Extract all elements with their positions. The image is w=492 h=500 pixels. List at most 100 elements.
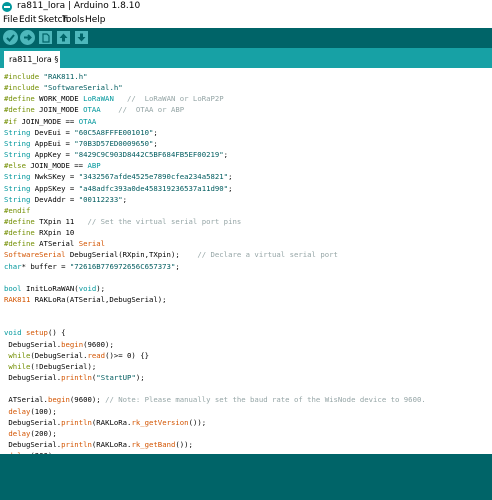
code-token: // LoRaWAN or LoRaP2P bbox=[113, 94, 224, 104]
code-token: InitLoRaWAN( bbox=[21, 283, 79, 293]
code-token: AppKey = bbox=[30, 150, 75, 160]
code-token: DebugSerial. bbox=[4, 339, 62, 349]
code-token: String bbox=[4, 172, 31, 182]
code-token: ; bbox=[153, 138, 158, 148]
code-token: char bbox=[4, 261, 22, 271]
code-token: while bbox=[8, 361, 31, 371]
code-token: JOIN_MODE == bbox=[21, 116, 79, 126]
new-file-icon bbox=[42, 33, 50, 43]
code-token: // OTAA or ABP bbox=[100, 105, 185, 115]
code-token: () { bbox=[47, 328, 66, 338]
code-token: ()); bbox=[188, 417, 207, 427]
code-token: ); bbox=[135, 373, 145, 383]
tab-bar: ra811_lora § bbox=[0, 48, 492, 68]
code-token: DebugSerial(RXpin,TXpin); bbox=[65, 250, 198, 260]
code-token: #include bbox=[4, 83, 44, 93]
tab-ra811-lora[interactable]: ra811_lora § bbox=[4, 51, 60, 68]
code-editor[interactable]: #include "RAK811.h" #include "SoftwareSer… bbox=[0, 68, 492, 454]
console-area bbox=[0, 454, 492, 500]
code-token: println bbox=[61, 439, 92, 449]
code-token: ; bbox=[153, 127, 158, 137]
code-token: "3432567afde4525e7890cfea234a5821" bbox=[78, 172, 229, 182]
code-token: AppEui = bbox=[30, 138, 75, 148]
menu-tools[interactable]: Tools bbox=[62, 15, 84, 25]
upload-button[interactable] bbox=[20, 30, 35, 45]
code-token: ; bbox=[122, 194, 128, 204]
code-token: void bbox=[4, 328, 22, 338]
code-token: rk_getVersion bbox=[131, 417, 189, 427]
code-token: TXpin 11 bbox=[39, 216, 88, 226]
save-button[interactable] bbox=[75, 31, 88, 44]
code-token: JOIN_MODE bbox=[39, 105, 84, 115]
toolbar bbox=[0, 28, 492, 48]
window-title: ra811_lora | Arduino 1.8.10 bbox=[17, 1, 141, 11]
verify-button[interactable] bbox=[3, 30, 18, 45]
code-token: String bbox=[4, 138, 31, 148]
code-token: ; bbox=[175, 261, 180, 271]
code-token: ATSerial. bbox=[4, 395, 48, 405]
menu-help[interactable]: Help bbox=[85, 15, 106, 25]
code-token: AppSKey = bbox=[30, 183, 79, 193]
code-line: ATSerial.begin(9600); // Note: Please ma… bbox=[4, 394, 426, 406]
code-token: #define bbox=[4, 228, 40, 238]
code-token: RAKLoRa(ATSerial,DebugSerial); bbox=[30, 295, 167, 304]
code-token: (200); bbox=[30, 428, 57, 438]
code-token: WORK_MODE bbox=[39, 94, 84, 104]
code-token: read bbox=[87, 350, 106, 360]
code-token: println bbox=[61, 417, 92, 427]
code-token: Serial bbox=[78, 239, 106, 249]
code-token: (!DebugSerial); bbox=[30, 361, 97, 371]
code-token: ()); bbox=[175, 439, 193, 449]
code-line: char* buffer = "72616B776972656C657373"; bbox=[4, 261, 180, 273]
menu-edit[interactable]: Edit bbox=[19, 15, 36, 25]
code-token: (DebugSerial. bbox=[30, 350, 88, 360]
menu-bar: File Edit Sketch Tools Help bbox=[0, 14, 492, 28]
code-token: OTAA bbox=[78, 116, 97, 126]
up-arrow-icon bbox=[59, 33, 68, 42]
code-token: * buffer = bbox=[21, 261, 70, 271]
open-button[interactable] bbox=[57, 31, 70, 44]
code-token: #endif bbox=[4, 205, 31, 215]
code-token: DebugSerial. bbox=[4, 373, 62, 383]
code-token: ; bbox=[228, 172, 233, 182]
right-arrow-icon bbox=[24, 34, 32, 41]
code-token: delay bbox=[8, 428, 31, 438]
code-token: setup bbox=[25, 328, 48, 338]
code-token: RAK811 bbox=[4, 295, 31, 304]
code-token: // Set the virtual serial port pins bbox=[87, 216, 242, 226]
code-token: ATSerial bbox=[39, 239, 79, 249]
code-line: DebugSerial.println("StartUP"); bbox=[4, 372, 145, 384]
code-token: DevAddr = bbox=[30, 194, 79, 204]
new-sketch-button[interactable] bbox=[39, 31, 52, 44]
code-token: "StartUP" bbox=[96, 373, 136, 383]
code-token: while bbox=[8, 350, 31, 360]
down-arrow-icon bbox=[77, 33, 86, 42]
code-token: ABP bbox=[87, 161, 101, 171]
code-token: LoRaWAN bbox=[83, 94, 114, 104]
code-token: #else bbox=[4, 161, 31, 171]
code-token: "RAK811.h" bbox=[43, 72, 88, 81]
code-token: (9600); bbox=[83, 339, 114, 349]
code-token: DebugSerial. bbox=[4, 417, 62, 427]
code-token: (9600); bbox=[69, 395, 106, 405]
code-token: DebugSerial. bbox=[4, 439, 62, 449]
code-token: RXpin 10 bbox=[39, 228, 75, 238]
code-token: #define bbox=[4, 216, 40, 226]
code-token: (RAKLoRa. bbox=[91, 417, 132, 427]
code-token: NwkSKey = bbox=[30, 172, 79, 182]
menu-file[interactable]: File bbox=[3, 15, 18, 25]
code-token: // Declare a virtual serial port bbox=[197, 250, 338, 260]
code-token: rk_getBand bbox=[131, 439, 176, 449]
code-token: delay bbox=[8, 406, 31, 416]
code-token: #if bbox=[4, 116, 22, 126]
code-token: String bbox=[4, 194, 31, 204]
code-token: begin bbox=[47, 395, 70, 405]
code-line: RAK811 RAKLoRa(ATSerial,DebugSerial); bbox=[4, 294, 167, 306]
code-token: (100); bbox=[30, 406, 57, 416]
code-token: begin bbox=[61, 339, 84, 349]
code-token: #define bbox=[4, 105, 40, 115]
code-token: #define bbox=[4, 239, 40, 249]
code-token: String bbox=[4, 127, 31, 137]
code-token: #define bbox=[4, 94, 40, 104]
code-token: // Note: Please manually set the baud ra… bbox=[105, 395, 426, 405]
